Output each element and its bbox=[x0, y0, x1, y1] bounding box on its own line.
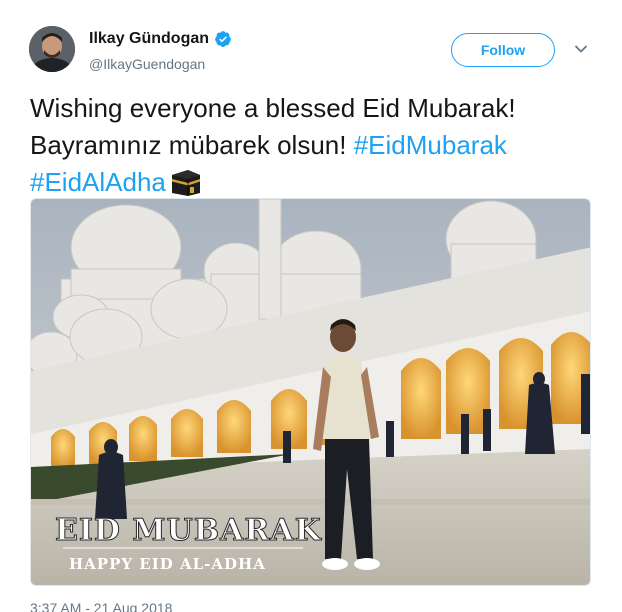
tweet-photo[interactable]: EID MUBARAK HAPPY EID AL-ADHA bbox=[30, 198, 591, 586]
kaaba-icon bbox=[171, 170, 200, 196]
tweet-line-2: Bayramınız mübarek olsun! #EidMubarak bbox=[30, 127, 605, 164]
verified-badge-icon bbox=[215, 31, 231, 47]
author-name-row: Ilkay Gündogan bbox=[89, 30, 232, 48]
tweet-timestamp[interactable]: 3:37 AM - 21 Aug 2018 bbox=[30, 600, 172, 612]
tweet-line-2-text: Bayramınız mübarek olsun! bbox=[30, 130, 354, 160]
tweet-line-3: #EidAlAdha bbox=[30, 164, 605, 201]
tweet-line-1: Wishing everyone a blessed Eid Mubarak! bbox=[30, 93, 516, 123]
hashtag-eidaladha[interactable]: #EidAlAdha bbox=[30, 167, 166, 197]
tweet-card: Ilkay Gündogan @IlkayGuendogan Follow Wi… bbox=[0, 0, 622, 612]
display-name[interactable]: Ilkay Gündogan bbox=[89, 30, 209, 48]
photo-overlay-title: EID MUBARAK bbox=[55, 513, 322, 548]
hashtag-eidmubarak[interactable]: #EidMubarak bbox=[354, 130, 507, 160]
mosque-photo-image: EID MUBARAK HAPPY EID AL-ADHA bbox=[31, 199, 590, 585]
avatar[interactable] bbox=[29, 26, 75, 72]
follow-button[interactable]: Follow bbox=[451, 33, 555, 67]
chevron-down-icon[interactable] bbox=[574, 44, 588, 54]
user-handle[interactable]: @IlkayGuendogan bbox=[89, 56, 205, 72]
photo-overlay-subtitle: HAPPY EID AL-ADHA bbox=[69, 555, 266, 573]
tweet-text: Wishing everyone a blessed Eid Mubarak! … bbox=[30, 90, 605, 201]
